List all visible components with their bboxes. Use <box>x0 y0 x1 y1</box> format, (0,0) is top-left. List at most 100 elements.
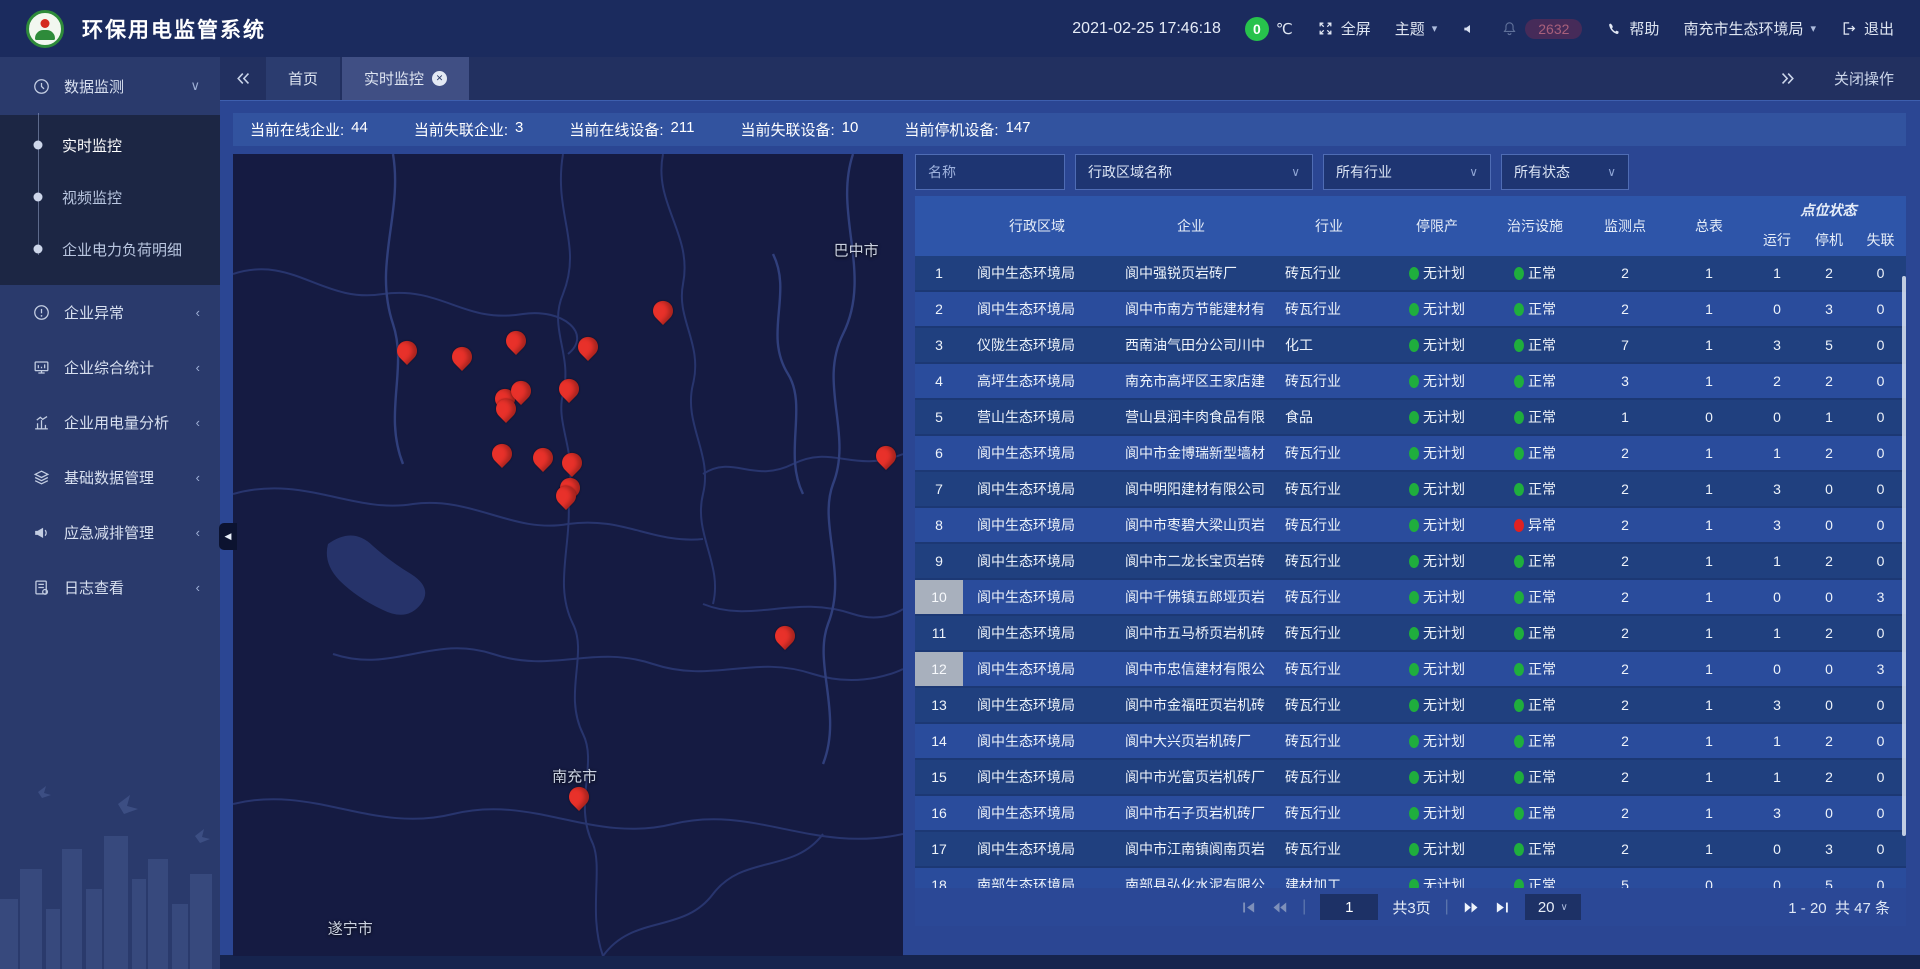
status-dot-icon <box>1409 267 1419 280</box>
table-row[interactable]: 14 阆中生态环境局 阆中大兴页岩机砖厂 砖瓦行业 无计划 正常 2 1 1 2… <box>915 724 1906 760</box>
table-row[interactable]: 2 阆中生态环境局 阆中市南方节能建材有 砖瓦行业 无计划 正常 2 1 0 3… <box>915 292 1906 328</box>
notifications-button[interactable]: 2632 <box>1501 19 1582 39</box>
pager-divider: | <box>1302 898 1306 916</box>
page-size-select[interactable]: 20 ∨ <box>1525 894 1581 920</box>
map-city-label: 南充市 <box>552 765 597 786</box>
table-row[interactable]: 5 营山生态环境局 营山县润丰肉食品有限 食品 无计划 正常 1 0 0 1 0 <box>915 400 1906 436</box>
last-page-button[interactable] <box>1494 899 1511 916</box>
cell-stop: 0 <box>1803 805 1855 821</box>
cell-industry: 砖瓦行业 <box>1271 623 1387 643</box>
sidebar-subitem[interactable]: 视频监控 <box>0 171 220 223</box>
cell-industry: 砖瓦行业 <box>1271 551 1387 571</box>
stat-label: 当前停机设备: <box>904 119 998 140</box>
table-row[interactable]: 3 仪陇生态环境局 西南油气田分公司川中 化工 无计划 正常 7 1 3 5 0 <box>915 328 1906 364</box>
status-dot-icon <box>1514 375 1524 388</box>
cell-company: 西南油气田分公司川中 <box>1111 335 1271 355</box>
cell-meters: 0 <box>1667 409 1751 425</box>
fullscreen-button[interactable]: 全屏 <box>1317 18 1371 39</box>
cell-points: 2 <box>1583 481 1667 497</box>
table-row[interactable]: 10 阆中生态环境局 阆中千佛镇五郎垭页岩 砖瓦行业 无计划 正常 2 1 0 … <box>915 580 1906 616</box>
sidebar-item[interactable]: 企业异常 ‹ <box>0 285 220 340</box>
cell-company: 阆中千佛镇五郎垭页岩 <box>1111 587 1271 607</box>
sidebar-item-label: 基础数据管理 <box>64 467 154 488</box>
cell-facility-status: 正常 <box>1487 587 1583 607</box>
table-row[interactable]: 16 阆中生态环境局 阆中市石子页岩机砖厂 砖瓦行业 无计划 正常 2 1 3 … <box>915 796 1906 832</box>
status-dot-icon <box>1409 663 1419 676</box>
region-filter-select[interactable]: 行政区域名称 ∨ <box>1075 154 1313 190</box>
cell-company: 阆中市南方节能建材有 <box>1111 299 1271 319</box>
cell-company: 阆中市江南镇阆南页岩 <box>1111 839 1271 859</box>
fullscreen-label: 全屏 <box>1341 18 1371 39</box>
cell-lost: 0 <box>1855 877 1906 888</box>
table-row[interactable]: 9 阆中生态环境局 阆中市二龙长宝页岩砖 砖瓦行业 无计划 正常 2 1 1 2… <box>915 544 1906 580</box>
cell-run: 3 <box>1751 697 1803 713</box>
stat-label: 当前在线企业: <box>250 119 344 140</box>
sidebar-item[interactable]: 企业综合统计 ‹ <box>0 340 220 395</box>
next-page-button[interactable] <box>1463 899 1480 916</box>
cell-points: 2 <box>1583 265 1667 281</box>
table-row[interactable]: 15 阆中生态环境局 阆中市光富页岩机砖厂 砖瓦行业 无计划 正常 2 1 1 … <box>915 760 1906 796</box>
cell-company: 阆中市金福旺页岩机砖 <box>1111 695 1271 715</box>
table-row[interactable]: 4 高坪生态环境局 南充市高坪区王家店建 砖瓦行业 无计划 正常 3 1 2 2… <box>915 364 1906 400</box>
help-button[interactable]: 帮助 <box>1606 18 1659 39</box>
cell-company: 南充市高坪区王家店建 <box>1111 371 1271 391</box>
cell-industry: 食品 <box>1271 407 1387 427</box>
stat-value: 211 <box>671 119 695 140</box>
tab-close-icon[interactable]: ✕ <box>432 71 447 86</box>
tab[interactable]: 实时监控 ✕ <box>342 57 469 100</box>
tabs-scroll-left-button[interactable] <box>220 57 266 100</box>
sidebar-item[interactable]: 日志查看 ‹ <box>0 560 220 615</box>
alert-icon <box>32 303 51 322</box>
sidebar-item[interactable]: 企业用电量分析 ‹ <box>0 395 220 450</box>
table-row[interactable]: 8 阆中生态环境局 阆中市枣碧大梁山页岩 砖瓦行业 无计划 异常 2 1 3 0… <box>915 508 1906 544</box>
header-meters: 总表 <box>1667 196 1751 256</box>
first-page-button[interactable] <box>1240 899 1257 916</box>
cell-company: 阆中市忠信建材有限公 <box>1111 659 1271 679</box>
caret-down-icon: ▾ <box>1432 22 1438 35</box>
map-collapse-button[interactable]: ◀ <box>219 523 237 550</box>
table-row[interactable]: 13 阆中生态环境局 阆中市金福旺页岩机砖 砖瓦行业 无计划 正常 2 1 3 … <box>915 688 1906 724</box>
table-row[interactable]: 18 南部生态环境局 南部县弘化水泥有限公 建材加工 无计划 正常 5 0 0 … <box>915 868 1906 888</box>
cell-meters: 1 <box>1667 553 1751 569</box>
scrollbar-thumb[interactable] <box>1902 276 1906 836</box>
cell-facility-status: 正常 <box>1487 623 1583 643</box>
close-operations-button[interactable]: 关闭操作 <box>1834 68 1894 89</box>
prev-page-button[interactable] <box>1271 899 1288 916</box>
cell-region: 阆中生态环境局 <box>963 551 1111 571</box>
cell-lost: 3 <box>1855 589 1906 605</box>
sidebar-item[interactable]: 数据监测 ∨ <box>0 57 220 115</box>
sidebar-item[interactable]: 应急减排管理 ‹ <box>0 505 220 560</box>
status-filter-value: 所有状态 <box>1514 162 1570 182</box>
sidebar-subitem[interactable]: 实时监控 <box>0 119 220 171</box>
table-row[interactable]: 11 阆中生态环境局 阆中市五马桥页岩机砖 砖瓦行业 无计划 正常 2 1 1 … <box>915 616 1906 652</box>
name-filter-input[interactable] <box>915 154 1065 190</box>
theme-dropdown[interactable]: 主题 ▾ <box>1395 18 1438 39</box>
sidebar-item[interactable]: 基础数据管理 ‹ <box>0 450 220 505</box>
table-row[interactable]: 12 阆中生态环境局 阆中市忠信建材有限公 砖瓦行业 无计划 正常 2 1 0 … <box>915 652 1906 688</box>
cell-points: 2 <box>1583 553 1667 569</box>
sidebar-subitem[interactable]: 企业电力负荷明细 <box>0 223 220 275</box>
sidebar-subitem-label: 视频监控 <box>62 187 122 208</box>
cell-points: 2 <box>1583 841 1667 857</box>
cell-run: 1 <box>1751 265 1803 281</box>
tab[interactable]: 首页 <box>266 57 340 100</box>
table-row[interactable]: 7 阆中生态环境局 阆中明阳建材有限公司 砖瓦行业 无计划 正常 2 1 3 0… <box>915 472 1906 508</box>
table-row[interactable]: 17 阆中生态环境局 阆中市江南镇阆南页岩 砖瓦行业 无计划 正常 2 1 0 … <box>915 832 1906 868</box>
mute-button[interactable] <box>1461 21 1477 37</box>
table-row[interactable]: 6 阆中生态环境局 阆中市金博瑞新型墙材 砖瓦行业 无计划 正常 2 1 1 2… <box>915 436 1906 472</box>
cell-lost: 0 <box>1855 625 1906 641</box>
tabs-scroll-right-button[interactable] <box>1779 70 1796 88</box>
cell-facility-status: 正常 <box>1487 371 1583 391</box>
map[interactable]: 巴中市 南充市 遂宁市 <box>233 154 903 956</box>
table-scrollbar[interactable] <box>1902 256 1906 888</box>
table-row[interactable]: 1 阆中生态环境局 阆中强锐页岩砖厂 砖瓦行业 无计划 正常 2 1 1 2 0 <box>915 256 1906 292</box>
page-number-input[interactable]: 1 <box>1320 894 1378 920</box>
org-dropdown[interactable]: 南充市生态环境局 ▾ <box>1683 18 1816 39</box>
status-filter-select[interactable]: 所有状态 ∨ <box>1501 154 1629 190</box>
cell-meters: 1 <box>1667 301 1751 317</box>
pager-divider: | <box>1445 898 1449 916</box>
industry-filter-select[interactable]: 所有行业 ∨ <box>1323 154 1491 190</box>
cell-company: 阆中市石子页岩机砖厂 <box>1111 803 1271 823</box>
header-industry: 行业 <box>1271 196 1387 256</box>
logout-button[interactable]: 退出 <box>1840 18 1894 39</box>
